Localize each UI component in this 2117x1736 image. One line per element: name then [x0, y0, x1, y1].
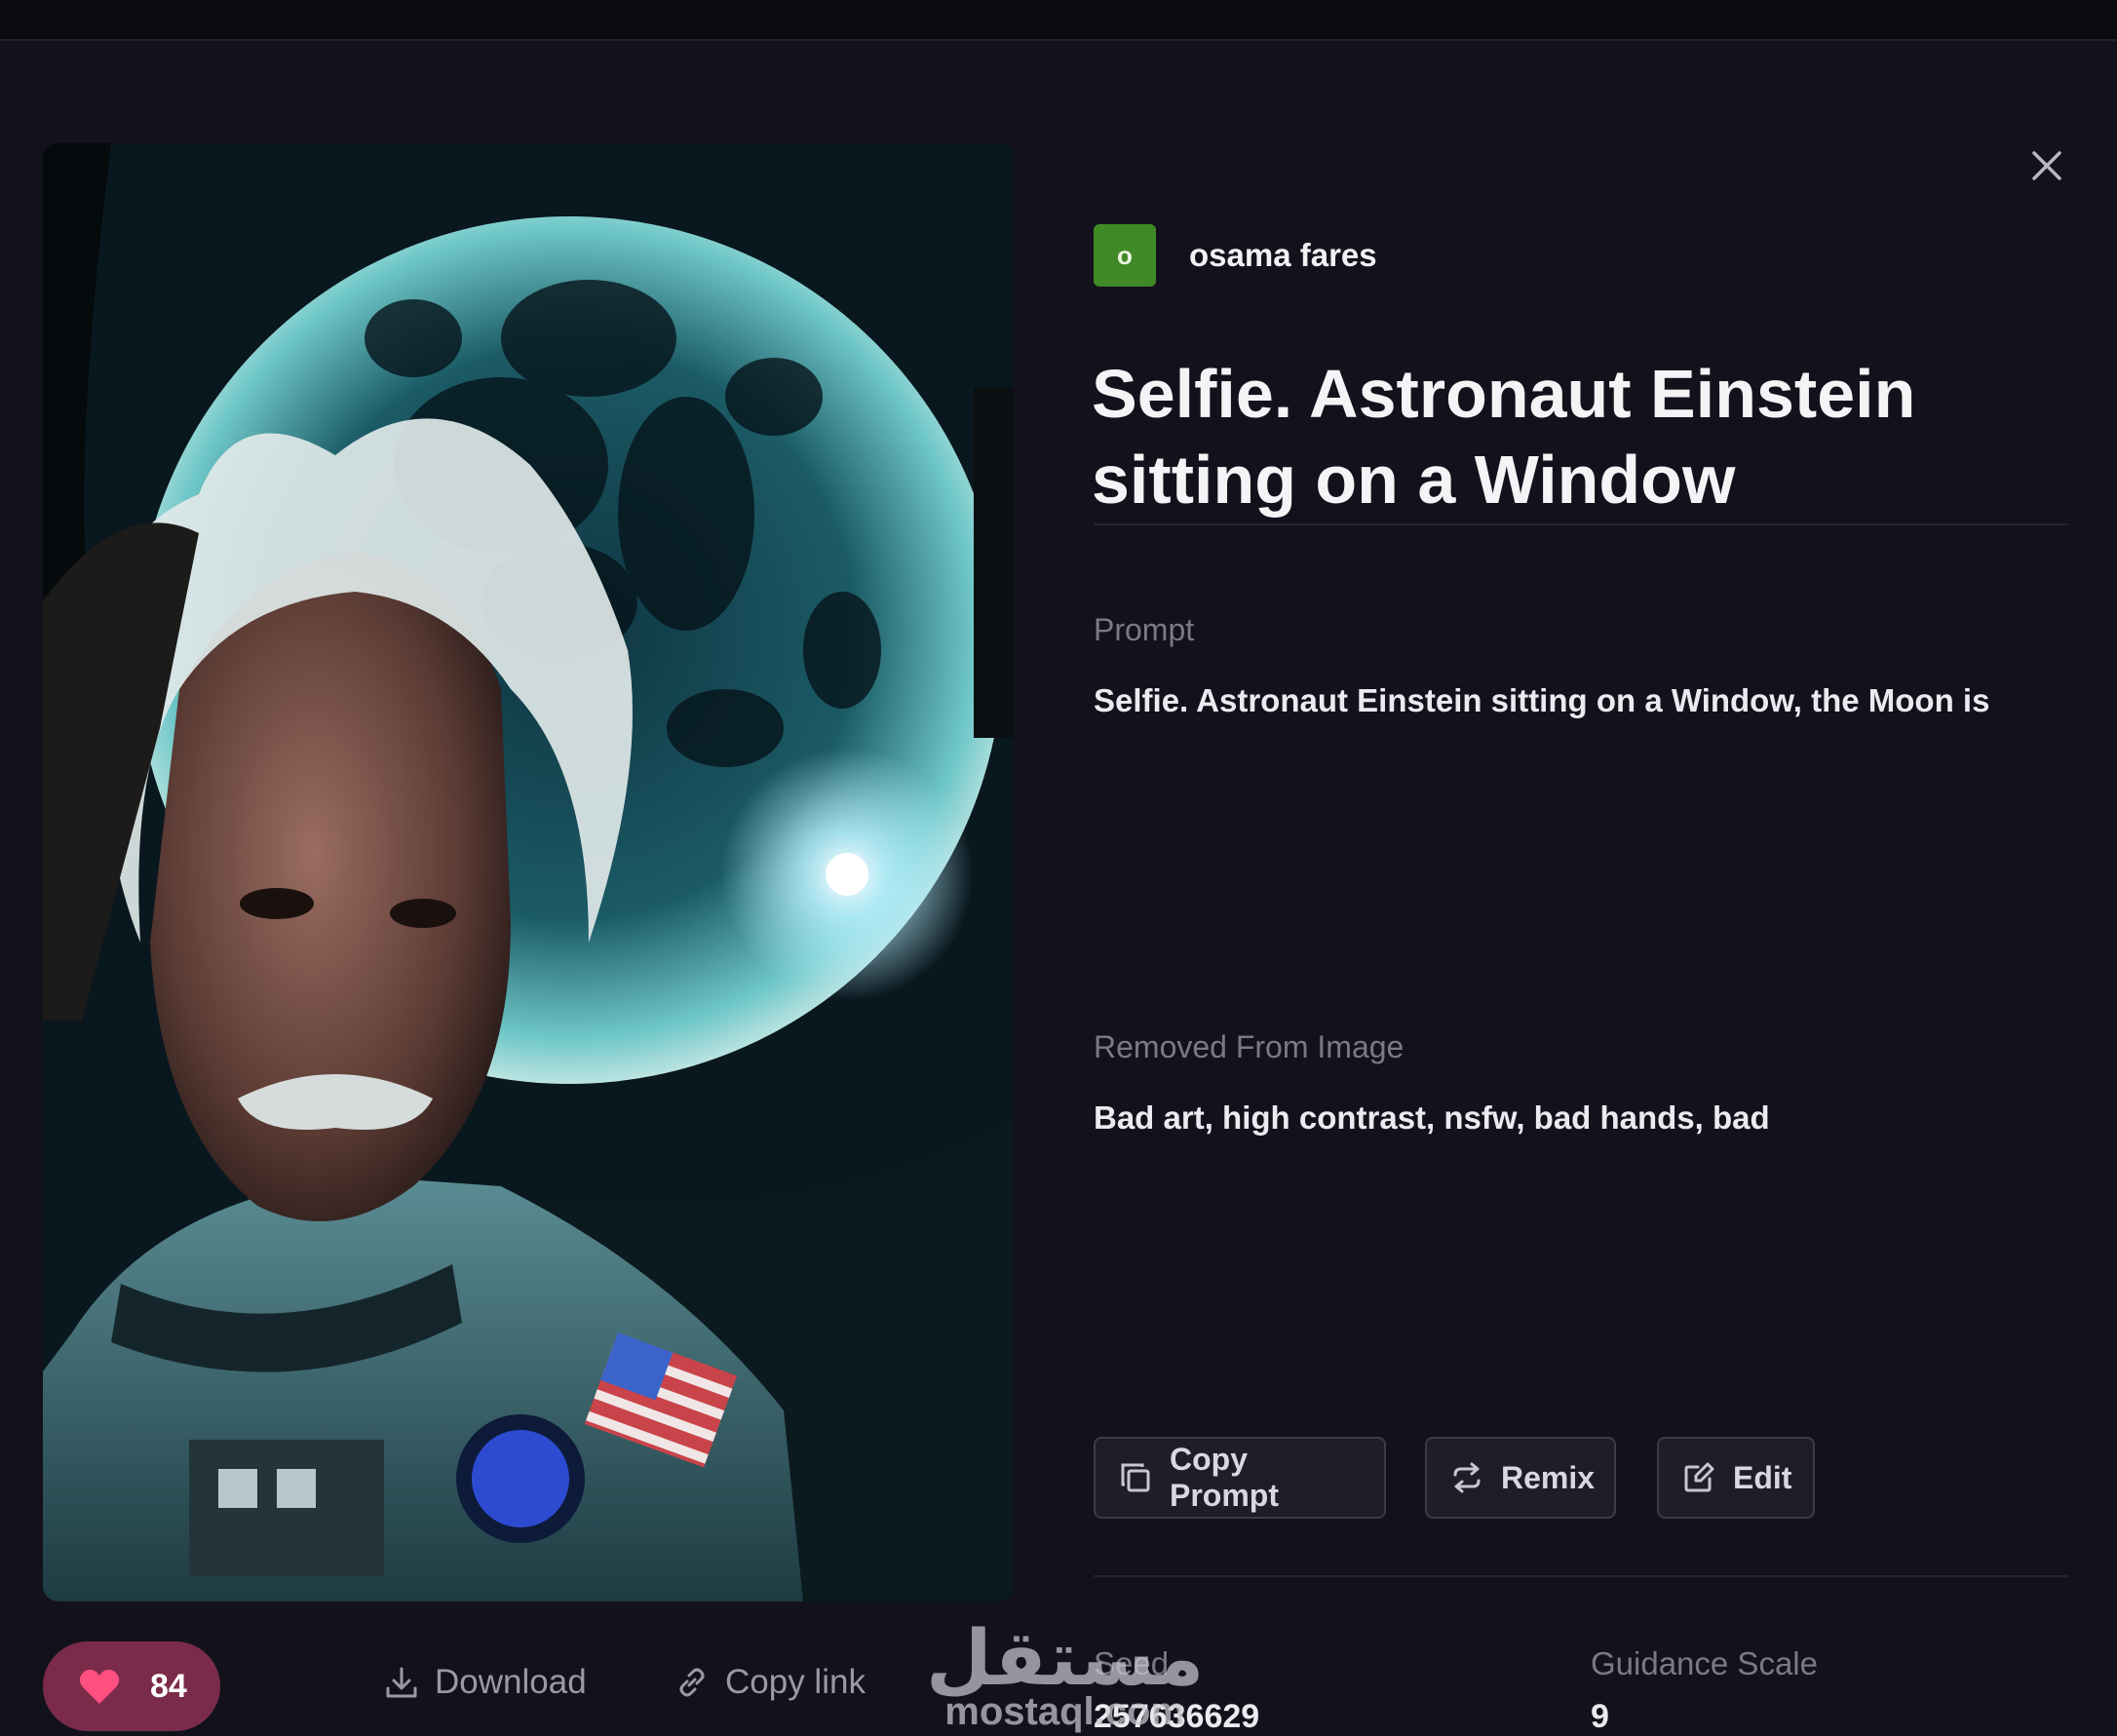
top-bar — [0, 0, 2117, 41]
like-count: 84 — [150, 1667, 187, 1705]
negative-prompt-label: Removed From Image — [1094, 1029, 1405, 1064]
download-button[interactable]: Download — [384, 1663, 587, 1702]
download-icon — [384, 1665, 419, 1700]
prompt-text: Selfie. Astronaut Einstein sitting on a … — [1094, 682, 1990, 718]
remix-button[interactable]: Remix — [1425, 1437, 1616, 1519]
close-icon — [2032, 151, 2061, 180]
image-title: Selfie. Astronaut Einstein sitting on a … — [1092, 356, 1916, 518]
generated-image[interactable] — [43, 143, 1014, 1601]
image-detail-modal: o osama fares Selfie. Astronaut Einstein… — [0, 43, 2117, 1735]
divider — [1094, 1575, 2068, 1577]
like-button[interactable]: 84 — [43, 1641, 220, 1731]
author-name[interactable]: osama fares — [1189, 237, 1377, 274]
copy-link-button[interactable]: Copy link — [674, 1663, 866, 1702]
watermark: مستقل mostaql.com — [926, 1620, 1204, 1734]
close-button[interactable] — [2025, 144, 2068, 187]
edit-button[interactable]: Edit — [1657, 1437, 1815, 1519]
negative-prompt-text: Bad art, high contrast, nsfw, bad hands,… — [1094, 1099, 1770, 1136]
divider — [1094, 523, 2068, 525]
guidance-scale-value: 9 — [1591, 1698, 1609, 1735]
author-info: o osama fares — [1094, 224, 1377, 287]
watermark-arabic: مستقل — [926, 1615, 1205, 1703]
copy-prompt-button[interactable]: Copy Prompt — [1094, 1437, 1386, 1519]
copy-link-label: Copy link — [725, 1663, 866, 1701]
watermark-latin: mostaql.com — [944, 1690, 1185, 1733]
download-label: Download — [435, 1663, 587, 1701]
avatar[interactable]: o — [1094, 224, 1156, 287]
copy-prompt-label: Copy Prompt — [1170, 1442, 1279, 1513]
edit-label: Edit — [1733, 1459, 1792, 1495]
remix-label: Remix — [1501, 1459, 1596, 1495]
heart-icon — [79, 1669, 120, 1704]
edit-icon — [1682, 1461, 1715, 1494]
remix-icon — [1450, 1461, 1483, 1494]
prompt-label: Prompt — [1094, 612, 1195, 647]
link-icon — [674, 1665, 710, 1700]
guidance-scale-label: Guidance Scale — [1591, 1645, 1818, 1681]
copy-icon — [1119, 1461, 1152, 1494]
